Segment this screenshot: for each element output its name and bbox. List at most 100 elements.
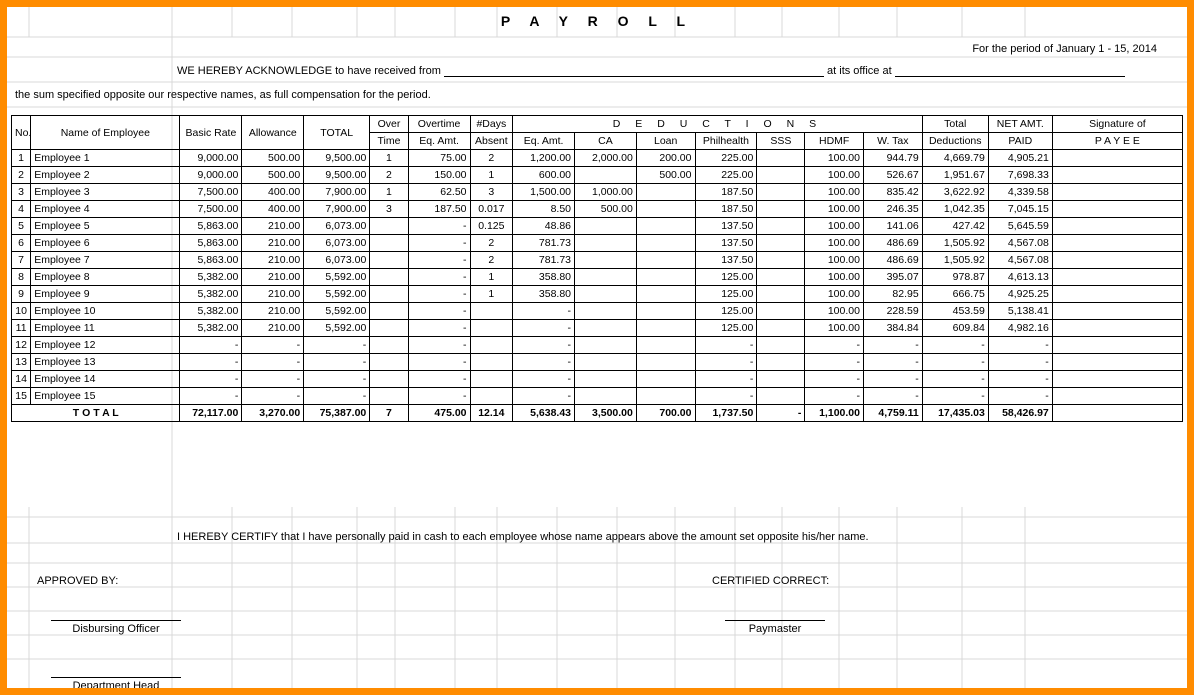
cell-ot [370, 303, 408, 320]
cell-ph: - [695, 388, 757, 405]
cell-no: 15 [12, 388, 31, 405]
cell-no: 4 [12, 201, 31, 218]
cell-sss [757, 337, 805, 354]
cell-ph: 125.00 [695, 269, 757, 286]
cell-eq: 48.86 [513, 218, 575, 235]
cell-total: 7,900.00 [304, 184, 370, 201]
table-row: 4Employee 47,500.00400.007,900.003187.50… [12, 201, 1183, 218]
cell-eq: 781.73 [513, 252, 575, 269]
hdr-allow: Allowance [242, 116, 304, 150]
cell-wt: - [863, 337, 922, 354]
cell-td: - [922, 337, 988, 354]
ack-text-1b: at its office at [827, 65, 892, 77]
cell-signature [1052, 320, 1182, 337]
cell-ca [575, 252, 637, 269]
total-wt: 4,759.11 [863, 405, 922, 422]
hdr-loan: Loan [636, 133, 695, 150]
cell-sss [757, 286, 805, 303]
cell-da: 1 [470, 269, 513, 286]
table-row: 7Employee 75,863.00210.006,073.00-2781.7… [12, 252, 1183, 269]
cell-td: 609.84 [922, 320, 988, 337]
cell-hd: 100.00 [805, 218, 864, 235]
table-row: 12Employee 12---------- [12, 337, 1183, 354]
total-da: 12.14 [470, 405, 513, 422]
cell-da: 0.017 [470, 201, 513, 218]
cell-name: Employee 2 [31, 167, 180, 184]
cell-total: 5,592.00 [304, 269, 370, 286]
cell-sss [757, 201, 805, 218]
cell-total: 7,900.00 [304, 201, 370, 218]
total-ot: 7 [370, 405, 408, 422]
cell-loan: 500.00 [636, 167, 695, 184]
cell-name: Employee 10 [31, 303, 180, 320]
cell-da: 2 [470, 252, 513, 269]
cell-ph: 225.00 [695, 150, 757, 167]
acknowledge-line: WE HEREBY ACKNOWLEDGE to have received f… [177, 65, 1125, 77]
cell-no: 2 [12, 167, 31, 184]
hdr-absent: Absent [470, 133, 513, 150]
hdr-eqamt: Eq. Amt. [408, 133, 470, 150]
cell-allow: 210.00 [242, 286, 304, 303]
cell-basic: 5,382.00 [180, 269, 242, 286]
cell-sss [757, 371, 805, 388]
cell-signature [1052, 388, 1182, 405]
cell-loan [636, 184, 695, 201]
cell-ph: 125.00 [695, 286, 757, 303]
disbursing-officer-label: Disbursing Officer [51, 620, 181, 635]
cell-name: Employee 7 [31, 252, 180, 269]
cell-hd: 100.00 [805, 150, 864, 167]
cell-np: 4,567.08 [988, 235, 1052, 252]
cell-eq: 1,200.00 [513, 150, 575, 167]
table-row: 14Employee 14---------- [12, 371, 1183, 388]
cell-hd: - [805, 337, 864, 354]
cell-np: - [988, 337, 1052, 354]
cell-total: 9,500.00 [304, 150, 370, 167]
total-oeq: 475.00 [408, 405, 470, 422]
cell-signature [1052, 286, 1182, 303]
cell-name: Employee 4 [31, 201, 180, 218]
cell-td: - [922, 371, 988, 388]
cell-hd: 100.00 [805, 167, 864, 184]
header-row-1: No. Name of Employee Basic Rate Allowanc… [12, 116, 1183, 133]
cell-ph: - [695, 337, 757, 354]
cell-no: 5 [12, 218, 31, 235]
cell-total: 5,592.00 [304, 286, 370, 303]
cell-loan [636, 218, 695, 235]
cell-ph: 125.00 [695, 303, 757, 320]
cell-oeq: - [408, 388, 470, 405]
total-label: T O T A L [12, 405, 180, 422]
cell-ca [575, 218, 637, 235]
cell-hd: 100.00 [805, 320, 864, 337]
certified-correct-label: CERTIFIED CORRECT: [712, 575, 829, 587]
cell-eq: 358.80 [513, 286, 575, 303]
cell-ph: 187.50 [695, 184, 757, 201]
cell-sss [757, 218, 805, 235]
cell-td: 1,951.67 [922, 167, 988, 184]
cell-signature [1052, 269, 1182, 286]
cell-sss [757, 320, 805, 337]
hdr-tdeduct: Total [922, 116, 988, 133]
cell-no: 13 [12, 354, 31, 371]
cell-ca [575, 337, 637, 354]
cell-ca [575, 371, 637, 388]
cell-ph: - [695, 371, 757, 388]
cell-total: - [304, 337, 370, 354]
cell-no: 14 [12, 371, 31, 388]
cell-eq: - [513, 388, 575, 405]
cell-ph: 187.50 [695, 201, 757, 218]
cell-allow: 210.00 [242, 235, 304, 252]
cell-oeq: 62.50 [408, 184, 470, 201]
approved-by-label: APPROVED BY: [37, 575, 118, 587]
cell-wt: - [863, 388, 922, 405]
cell-ot: 3 [370, 201, 408, 218]
total-sss: - [757, 405, 805, 422]
cell-ph: - [695, 354, 757, 371]
cell-wt: 944.79 [863, 150, 922, 167]
table-row: 8Employee 85,382.00210.005,592.00-1358.8… [12, 269, 1183, 286]
cell-oeq: - [408, 354, 470, 371]
cell-da [470, 371, 513, 388]
cell-loan [636, 269, 695, 286]
cell-oeq: - [408, 303, 470, 320]
cell-allow: 210.00 [242, 303, 304, 320]
cell-total: - [304, 388, 370, 405]
